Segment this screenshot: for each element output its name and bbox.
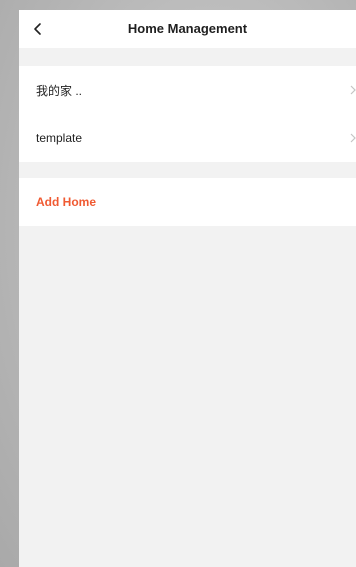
top-bar: Home Management xyxy=(19,10,356,48)
home-item-my-home[interactable]: 我的家 .. xyxy=(19,66,356,114)
app-screen: Home Management 我的家 .. template Add Home xyxy=(19,10,356,567)
chevron-right-icon xyxy=(350,133,356,143)
add-home-button[interactable]: Add Home xyxy=(36,178,96,226)
home-item-template[interactable]: template xyxy=(19,114,356,162)
home-list: 我的家 .. template xyxy=(19,66,356,162)
home-item-label: template xyxy=(36,131,83,145)
page-title: Home Management xyxy=(127,21,248,36)
home-item-label: 我的家 .. xyxy=(36,83,83,98)
chevron-right-icon xyxy=(350,85,356,95)
add-home-section: Add Home xyxy=(19,178,356,226)
